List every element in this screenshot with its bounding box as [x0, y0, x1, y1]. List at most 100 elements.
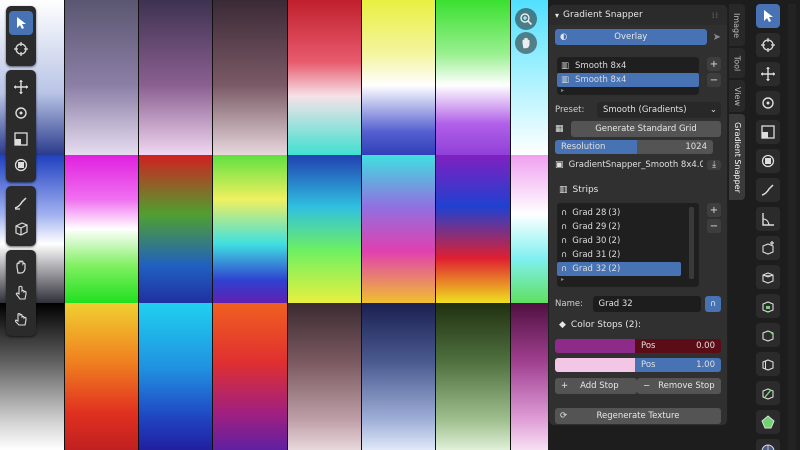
transform-tool-button[interactable]	[756, 149, 780, 173]
palette-list: ▥ Smooth 8x4 ▥ Smooth 8x4 ▸	[557, 57, 699, 95]
resolution-slider[interactable]: Resolution 1024	[555, 140, 713, 154]
tab-label: Gradient Snapper	[732, 121, 742, 193]
annotate-tool-button[interactable]	[9, 191, 33, 215]
list-item[interactable]: ▥ Smooth 8x4	[557, 73, 699, 87]
move-tool-button[interactable]	[756, 62, 780, 86]
list-item[interactable]: ▥ Smooth 8x4	[557, 59, 699, 73]
gradient-grid	[0, 0, 548, 450]
rotate-tool-button[interactable]	[9, 101, 33, 125]
loop-cut-tool-button[interactable]	[756, 352, 780, 376]
measure-tool-button[interactable]	[756, 207, 780, 231]
palette-icon: ▥	[561, 61, 570, 71]
refresh-icon: ⟳	[560, 411, 568, 421]
tool-group-annotate	[6, 186, 36, 246]
cursor-tool-button[interactable]	[756, 33, 780, 57]
add-palette-button[interactable]: +	[707, 57, 721, 71]
list-item[interactable]: ∩ Grad 28 (3)	[557, 206, 681, 220]
list-item[interactable]: ∩ Grad 31 (2)	[557, 248, 681, 262]
gradient-cell	[212, 303, 287, 450]
select-tool-button[interactable]	[9, 11, 33, 35]
preset-row: Preset: Smooth (Gradients) ⌄	[555, 102, 721, 118]
inset-tool-button[interactable]	[756, 294, 780, 318]
curve-icon[interactable]: ∩	[705, 296, 721, 312]
editor-edge-strip	[788, 4, 796, 450]
cursor-tool-button[interactable]	[9, 37, 33, 61]
pinch-tool-button[interactable]	[9, 281, 33, 305]
stop-position-field[interactable]: Pos 0.00	[635, 339, 721, 353]
arrow-cursor-icon[interactable]: ➤	[713, 32, 721, 43]
remove-palette-button[interactable]: −	[707, 73, 721, 87]
generate-row: ▦ Generate Standard Grid	[555, 121, 721, 137]
stop-position-field[interactable]: Pos 1.00	[635, 358, 721, 372]
strips-scrollbar[interactable]	[689, 207, 694, 279]
gradient-cell	[138, 155, 212, 303]
zoom-view-button[interactable]	[515, 8, 537, 30]
scale-tool-button[interactable]	[9, 127, 33, 151]
move-tool-button[interactable]	[9, 75, 33, 99]
gradient-cell	[212, 155, 287, 303]
panel-header[interactable]: ▾ Gradient Snapper ⁞⁞	[549, 5, 727, 25]
gradient-cell	[361, 155, 435, 303]
tab-gradient-snapper[interactable]: Gradient Snapper	[729, 114, 745, 200]
tab-view[interactable]: View	[729, 80, 745, 112]
tab-image[interactable]: Image	[729, 4, 745, 46]
drag-handle-icon[interactable]: ⁞⁞	[712, 11, 719, 20]
grab-tool-button[interactable]	[9, 255, 33, 279]
remove-stop-button[interactable]: − Remove Stop	[637, 378, 721, 394]
remove-strip-button[interactable]: −	[707, 219, 721, 233]
gradient-cell	[287, 155, 361, 303]
gradient-cell	[287, 303, 361, 450]
knife-tool-button[interactable]	[756, 381, 780, 405]
tab-tool[interactable]: Tool	[729, 48, 745, 78]
add-strip-button[interactable]: +	[707, 203, 721, 217]
cube-icon	[15, 222, 28, 236]
curve-icon: ∩	[561, 222, 568, 232]
strips-header: ▥ Strips	[559, 185, 598, 195]
list-resize-handle[interactable]: ▸	[557, 276, 699, 283]
smudge-tool-button[interactable]	[9, 307, 33, 331]
pan-view-button[interactable]	[515, 32, 537, 54]
texture-row: ▣ GradientSnapper_Smooth 8x4.0... ⤓	[555, 157, 721, 173]
download-icon[interactable]: ⤓	[707, 160, 721, 170]
add-cube-tool-button[interactable]	[756, 236, 780, 260]
strip-name-field[interactable]: Grad 32	[592, 296, 702, 312]
preset-dropdown[interactable]: Smooth (Gradients) ⌄	[597, 102, 721, 118]
stop-pos-value: 0.00	[696, 341, 715, 351]
gradient-cell	[138, 303, 212, 450]
crosshair-icon	[14, 42, 28, 56]
poly-build-tool-button[interactable]	[756, 410, 780, 434]
loop-cut-icon	[762, 359, 774, 371]
list-item[interactable]: ∩ Grad 29 (2)	[557, 220, 681, 234]
regenerate-texture-button[interactable]: ⟳ Regenerate Texture	[555, 408, 721, 424]
list-resize-handle[interactable]: ▸	[557, 87, 699, 94]
hand-swipe-icon	[14, 312, 27, 326]
extrude-tool-button[interactable]	[756, 265, 780, 289]
pencil-icon	[14, 197, 27, 210]
overlay-button[interactable]: ◐ Overlay	[555, 29, 707, 45]
transform-tool-button[interactable]	[9, 153, 33, 177]
list-item[interactable]: ∩ Grad 30 (2)	[557, 234, 681, 248]
scale-tool-button[interactable]	[756, 120, 780, 144]
rotate-icon	[15, 107, 27, 119]
sample-tool-button[interactable]	[9, 217, 33, 241]
tab-label: Image	[732, 12, 742, 38]
strip-name: Grad 31	[572, 250, 607, 260]
annotate-tool-button[interactable]	[756, 178, 780, 202]
add-stop-button[interactable]: + Add Stop	[555, 378, 637, 394]
bevel-tool-button[interactable]	[756, 323, 780, 347]
generate-grid-button[interactable]: Generate Standard Grid	[571, 121, 721, 137]
move-icon	[14, 80, 28, 94]
list-item[interactable]: ∩ Grad 32 (2)	[557, 262, 681, 276]
spin-tool-button[interactable]	[756, 439, 780, 450]
extrude-icon	[762, 272, 774, 284]
select-tool-button[interactable]	[756, 4, 780, 28]
strips-list-buttons: + −	[707, 203, 721, 235]
strips-label: Strips	[572, 185, 599, 195]
rotate-tool-button[interactable]	[756, 91, 780, 115]
color-stops-label: Color Stops (2):	[570, 320, 642, 330]
angle-icon	[762, 213, 774, 226]
hand-icon	[16, 260, 26, 274]
stop-color-swatch[interactable]	[555, 358, 635, 372]
bevel-icon	[762, 330, 774, 342]
stop-color-swatch[interactable]	[555, 339, 635, 353]
